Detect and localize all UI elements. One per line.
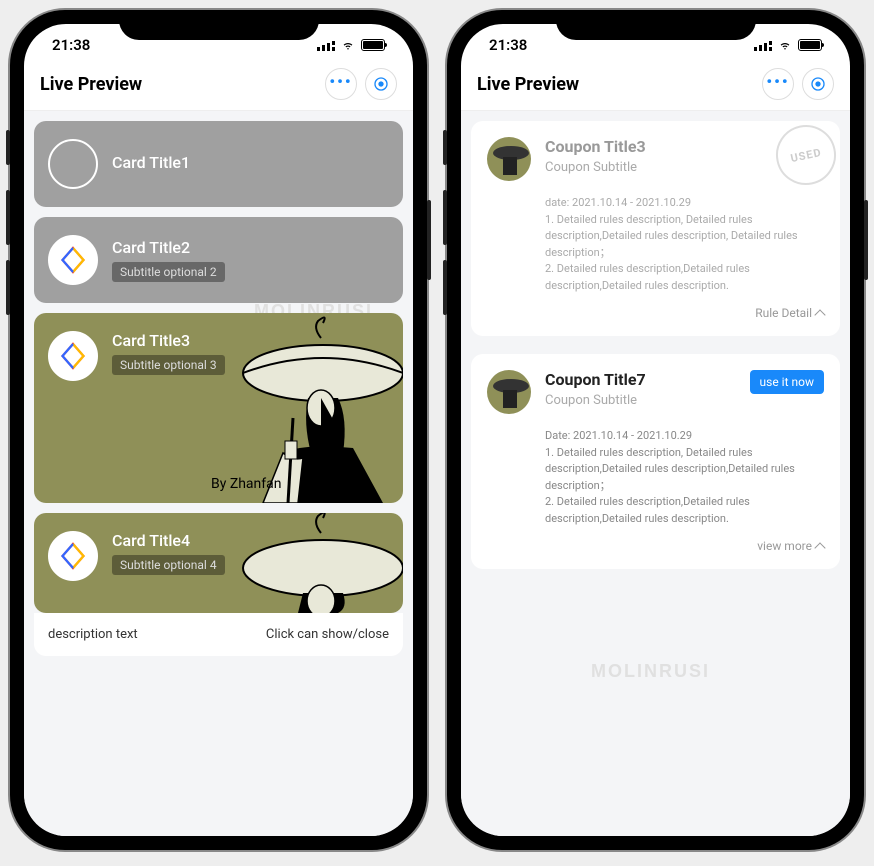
- nav-header: Live Preview •••: [461, 58, 850, 111]
- coupon-avatar: [487, 137, 531, 181]
- chevron-up-icon: [814, 542, 825, 553]
- card-icon: [48, 235, 98, 285]
- close-target-icon: [810, 76, 826, 92]
- close-button[interactable]: [365, 68, 397, 100]
- card-subtitle: Subtitle optional 2: [112, 262, 225, 282]
- phone-frame-right: 21:38 Live Preview ••• MOLINRUSI USED: [447, 10, 864, 850]
- card-icon: [48, 531, 98, 581]
- page-title: Live Preview: [40, 74, 142, 95]
- coupon-rules: 1. Detailed rules description, Detailed …: [545, 212, 824, 295]
- coupon-more-toggle[interactable]: view more: [545, 539, 824, 553]
- card-subtitle: Subtitle optional 3: [112, 355, 225, 375]
- card-item[interactable]: Card Title2 Subtitle optional 2: [34, 217, 403, 303]
- logo-icon: [58, 341, 88, 371]
- card-icon: [48, 331, 98, 381]
- coupon-more-toggle[interactable]: Rule Detail: [545, 306, 824, 320]
- nav-header: Live Preview •••: [24, 58, 413, 111]
- battery-icon: [798, 39, 822, 51]
- card-title: Card Title2: [112, 238, 389, 257]
- content-area[interactable]: MOLINRUSI Card Title1 Card Title2 Subtit…: [24, 111, 413, 836]
- battery-icon: [361, 39, 385, 51]
- wifi-icon: [340, 39, 356, 51]
- coupon-date: Date: 2021.10.14 - 2021.10.29: [545, 428, 824, 445]
- content-area[interactable]: MOLINRUSI USED Coupon Title3 Coupon Subt…: [461, 111, 850, 836]
- more-button[interactable]: •••: [325, 68, 357, 100]
- coupon-title: Coupon Title3: [545, 137, 646, 156]
- card-icon: [48, 139, 98, 189]
- card-item[interactable]: Card Title1: [34, 121, 403, 207]
- status-bar: 21:38: [24, 24, 413, 58]
- status-bar: 21:38: [461, 24, 850, 58]
- card-footer[interactable]: description text Click can show/close: [34, 613, 403, 656]
- coupon-more-label: Rule Detail: [755, 306, 812, 320]
- svg-text:By Zhanfan: By Zhanfan: [211, 476, 281, 492]
- more-button[interactable]: •••: [762, 68, 794, 100]
- footer-desc: description text: [48, 627, 138, 642]
- signal-icon: [317, 39, 335, 51]
- dots-icon: •••: [766, 72, 789, 91]
- close-target-icon: [373, 76, 389, 92]
- use-button[interactable]: use it now: [750, 370, 824, 394]
- logo-icon: [58, 541, 88, 571]
- signal-icon: [754, 39, 772, 51]
- card-title: Card Title3: [112, 331, 389, 350]
- watermark: MOLINRUSI: [591, 661, 710, 682]
- status-time: 21:38: [52, 36, 90, 54]
- logo-icon: [58, 245, 88, 275]
- card-title: Card Title1: [112, 153, 389, 172]
- card-subtitle: Subtitle optional 4: [112, 555, 225, 575]
- card-item[interactable]: Card Title3 Subtitle optional 3 By Zhanf…: [34, 313, 403, 503]
- coupon-item[interactable]: USED Coupon Title3 Coupon Subtitle date:…: [471, 121, 840, 336]
- footer-toggle: Click can show/close: [266, 627, 389, 642]
- wifi-icon: [777, 39, 793, 51]
- coupon-title: Coupon Title7: [545, 370, 646, 389]
- page-title: Live Preview: [477, 74, 579, 95]
- phone-frame-left: 21:38 Live Preview ••• MOLINRUSI Card Ti…: [10, 10, 427, 850]
- dots-icon: •••: [329, 72, 352, 91]
- coupon-subtitle: Coupon Subtitle: [545, 393, 646, 408]
- coupon-avatar: [487, 370, 531, 414]
- coupon-rules: 1. Detailed rules description, Detailed …: [545, 445, 824, 528]
- status-time: 21:38: [489, 36, 527, 54]
- card-item[interactable]: Card Title4 Subtitle optional 4: [34, 513, 403, 613]
- close-button[interactable]: [802, 68, 834, 100]
- coupon-more-label: view more: [757, 539, 812, 553]
- chevron-up-icon: [814, 309, 825, 320]
- coupon-subtitle: Coupon Subtitle: [545, 160, 646, 175]
- coupon-item[interactable]: Coupon Title7 Coupon Subtitle use it now…: [471, 354, 840, 569]
- card-title: Card Title4: [112, 531, 389, 550]
- coupon-date: date: 2021.10.14 - 2021.10.29: [545, 195, 824, 212]
